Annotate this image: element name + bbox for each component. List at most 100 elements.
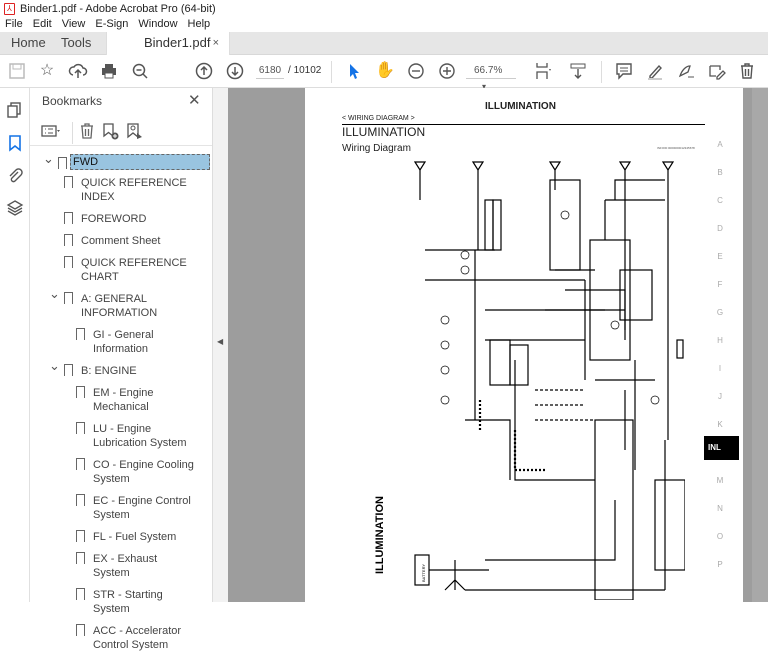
wiring-diagram: BATTERY [413, 161, 685, 600]
bookmark-item[interactable]: EX - Exhaust System [30, 549, 200, 585]
hand-tool-icon[interactable]: ✋ [375, 61, 395, 81]
tab-document[interactable]: Binder1.pdf × [106, 32, 230, 56]
page-number-input[interactable]: 6180 [256, 63, 284, 79]
bookmark-star-icon[interactable]: ☆ [37, 61, 57, 81]
bookmark-item[interactable]: QUICK REFERENCE CHART [30, 253, 200, 289]
bookmark-item[interactable]: GI - General Information [30, 325, 200, 361]
bookmark-item[interactable]: QUICK REFERENCE INDEX [30, 173, 200, 209]
bookmark-label: QUICK REFERENCE INDEX [81, 177, 187, 203]
chevron-down-icon[interactable]: ⌄ [43, 152, 54, 166]
bookmark-item[interactable]: ACC - Accelerator Control System [30, 621, 200, 657]
bookmark-item[interactable]: EM - Engine Mechanical [30, 383, 200, 419]
search-zoom-icon[interactable] [130, 61, 150, 81]
tagged-bookmark-icon[interactable] [124, 121, 144, 141]
bookmark-item[interactable]: ⌄ FWD [30, 152, 210, 173]
menu-help[interactable]: Help [183, 16, 216, 32]
options-menu-icon[interactable] [40, 121, 60, 141]
info-id: INFOID:0000000012345678 [657, 146, 695, 150]
bookmark-item[interactable]: LU - Engine Lubrication System [30, 419, 200, 455]
bookmark-icon [76, 328, 85, 343]
previous-page-icon[interactable] [194, 61, 214, 81]
menu-esign[interactable]: E-Sign [90, 16, 133, 32]
print-icon[interactable] [99, 61, 119, 81]
bookmark-icon [64, 256, 73, 271]
bookmark-icon [76, 588, 85, 603]
chevron-down-icon[interactable]: ⌄ [49, 287, 60, 301]
panel-collapse-handle[interactable]: ◀ [212, 88, 228, 602]
bookmark-label: ACC - Accelerator Control System [93, 625, 182, 651]
select-cursor-icon[interactable] [344, 61, 364, 81]
bookmark-icon [64, 212, 73, 227]
tab-tools[interactable]: Tools [61, 32, 91, 55]
bookmark-label: FOREWORD [81, 213, 147, 225]
close-panel-icon[interactable]: ✕ [188, 91, 201, 109]
document-scrollbar[interactable] [752, 88, 768, 602]
collapse-arrow-icon[interactable]: ◀ [217, 337, 223, 346]
side-letter: P [717, 560, 723, 569]
delete-icon[interactable] [737, 61, 757, 81]
menu-window[interactable]: Window [133, 16, 182, 32]
bookmark-icon [76, 530, 85, 545]
page-header: ILLUMINATION [485, 101, 556, 112]
bookmarks-toolbar [30, 118, 212, 146]
bookmark-label: EC - Engine Control System [93, 495, 191, 521]
bookmark-label: QUICK REFERENCE CHART [81, 257, 187, 283]
bookmark-item[interactable]: FL - Fuel System [30, 527, 200, 549]
bookmark-label: STR - Starting System [93, 589, 163, 615]
page-breadcrumb: < WIRING DIAGRAM > [342, 115, 415, 122]
menu-view[interactable]: View [57, 16, 91, 32]
side-letter: K [717, 420, 723, 429]
toolbar-divider [72, 122, 73, 144]
bookmark-icon [64, 364, 73, 379]
bookmark-item[interactable]: ⌄ A: GENERAL INFORMATION [30, 287, 200, 325]
side-letter: C [717, 196, 723, 205]
save-icon[interactable] [7, 61, 27, 81]
side-letter: B [717, 168, 723, 177]
close-tab-icon[interactable]: × [213, 32, 219, 54]
side-letter: M [716, 476, 724, 485]
delete-bookmark-icon[interactable] [77, 121, 97, 141]
layers-icon[interactable] [5, 198, 25, 218]
edit-pdf-icon[interactable] [707, 61, 727, 81]
side-letter: N [717, 504, 723, 513]
upload-cloud-icon[interactable] [68, 61, 88, 81]
bookmark-item[interactable]: ⌄ B: ENGINE [30, 359, 200, 383]
zoom-level-select[interactable]: 66.7% ▾ [466, 63, 516, 91]
section-tab-inl[interactable]: INL [704, 436, 739, 460]
bookmark-item[interactable]: FOREWORD [30, 209, 200, 231]
bookmarks-icon[interactable] [5, 133, 25, 153]
menu-edit[interactable]: Edit [28, 16, 57, 32]
zoom-level-value: 66.7% [474, 65, 503, 76]
bookmarks-panel: Bookmarks ✕ ⌄ FWD QUICK REFERENCE INDEX FOR… [30, 88, 240, 651]
side-letter: J [718, 392, 722, 401]
comment-icon[interactable] [614, 61, 634, 81]
bookmark-item[interactable]: EC - Engine Control System [30, 491, 200, 527]
pdf-page: ILLUMINATION < WIRING DIAGRAM > ILLUMINA… [305, 88, 743, 602]
zoom-in-icon[interactable] [437, 61, 457, 81]
bookmark-label: FL - Fuel System [93, 531, 177, 543]
tab-home[interactable]: Home [11, 32, 46, 55]
bookmark-icon [76, 386, 85, 401]
zoom-out-icon[interactable] [406, 61, 426, 81]
bookmark-item[interactable]: Comment Sheet [30, 231, 200, 253]
window-title: Binder1.pdf - Adobe Acrobat Pro (64-bit) [20, 3, 216, 15]
bookmark-icon [76, 494, 85, 509]
page-thumbnails-icon[interactable] [5, 100, 25, 120]
bookmark-item[interactable]: STR - Starting System [30, 585, 200, 621]
highlight-pen-icon[interactable] [645, 61, 665, 81]
bookmark-item[interactable]: CO - Engine Cooling System [30, 455, 200, 491]
section-title: ILLUMINATION [342, 125, 426, 139]
attachments-icon[interactable] [5, 166, 25, 186]
chevron-down-icon[interactable]: ⌄ [49, 359, 60, 373]
tab-document-label: Binder1.pdf [144, 35, 211, 50]
next-page-icon[interactable] [225, 61, 245, 81]
fill-sign-icon[interactable] [676, 61, 696, 81]
menu-bar: File Edit View E-Sign Window Help [0, 16, 215, 32]
page-fit-icon[interactable] [533, 61, 553, 81]
tab-bar: Home Tools Binder1.pdf × [0, 32, 768, 56]
side-letter: G [716, 308, 724, 317]
menu-file[interactable]: File [0, 16, 28, 32]
scroll-mode-icon[interactable] [568, 61, 588, 81]
side-letter: I [718, 364, 722, 373]
add-bookmark-icon[interactable] [100, 121, 120, 141]
